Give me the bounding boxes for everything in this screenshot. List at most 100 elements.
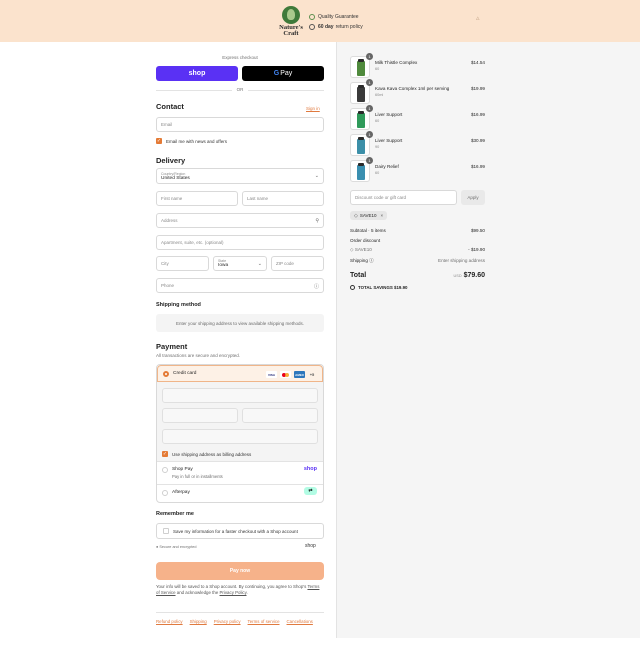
brand-logo[interactable]: Nature's Craft (276, 6, 306, 37)
checkmark-icon: ✓ (162, 450, 168, 457)
remove-discount-icon[interactable]: × (381, 213, 384, 218)
chevron-down-icon: ⌄ (314, 173, 319, 179)
item-price: $16.99 (470, 164, 485, 169)
card-number-field[interactable] (162, 388, 318, 403)
quantity-badge: 1 (366, 79, 373, 86)
delivery-title: Delivery (156, 156, 186, 165)
return-policy: 60 day return policy (309, 22, 363, 32)
phone-field[interactable]: Phone ⓘ (156, 278, 324, 293)
privacy-policy-link[interactable]: Privacy Policy (220, 590, 247, 595)
contact-title: Contact (156, 102, 184, 111)
cancellations-link[interactable]: Cancellations (287, 619, 313, 624)
expiry-field[interactable] (162, 408, 238, 423)
lock-icon: ● (156, 545, 159, 549)
cart-item: 1 Liver Support 90 $30.99 (350, 131, 485, 156)
privacy-policy-footer-link[interactable]: Privacy policy (214, 619, 241, 624)
refund-policy-link[interactable]: Refund policy (156, 619, 183, 624)
google-pay-button[interactable]: G Pay (242, 66, 324, 81)
store-header: Nature's Craft Quality Guarantee 60 day … (0, 0, 640, 42)
shop-pay-express-button[interactable]: shop (156, 66, 238, 81)
tag-icon: ◇ (354, 212, 358, 219)
order-summary-column (336, 42, 640, 638)
shop-logo: shop (305, 543, 316, 549)
secure-label: ● Secure and encrypted (156, 545, 197, 549)
shop-pay-option[interactable]: Shop Pay Pay in full or in installments … (157, 462, 323, 485)
remember-me-title: Remember me (156, 511, 194, 517)
card-brands: VISA AMEX +5 (263, 371, 316, 378)
visa-icon: VISA (266, 371, 277, 378)
item-name: Kava Kava Complex 1ml per serving (375, 86, 450, 91)
apply-discount-button[interactable]: Apply (461, 190, 485, 205)
subtotal-row: Subtotal · 5 items $99.50 (350, 228, 485, 233)
total-savings: TOTAL SAVINGS $19.90 (350, 285, 407, 290)
leaf-logo-icon (282, 6, 300, 24)
total-amount: $79.60 (463, 272, 485, 279)
bottle-icon (357, 59, 365, 76)
more-cards-badge: +5 (309, 372, 315, 377)
discount-code-input[interactable]: Discount code or gift card (350, 190, 457, 205)
item-price: $14.54 (470, 60, 485, 65)
tag-icon: ◇ (350, 247, 354, 252)
quantity-badge: 1 (366, 157, 373, 164)
quantity-badge: 1 (366, 105, 373, 112)
bottle-icon (357, 137, 365, 154)
search-icon: ⚲ (315, 218, 319, 224)
cart-item: 1 Kava Kava Complex 1ml per serving 60ml… (350, 79, 485, 104)
save-info-checkbox[interactable]: Save my information for a faster checkou… (156, 523, 324, 539)
address-field[interactable]: Address ⚲ (156, 213, 324, 228)
item-variant: 60 (375, 119, 380, 123)
item-name: Dairy Relief (375, 164, 399, 169)
shipping-policy-link[interactable]: Shipping (190, 619, 207, 624)
bottle-icon (357, 111, 365, 128)
item-variant: 90 (375, 145, 380, 149)
radio-unselected (162, 490, 168, 496)
footer-divider (156, 612, 324, 613)
checkmark-icon: ✓ (156, 137, 162, 144)
first-name-field[interactable]: First name (156, 191, 238, 206)
help-icon[interactable]: ⓘ (314, 283, 319, 290)
help-icon[interactable]: ⓘ (369, 258, 374, 263)
cart-icon[interactable]: ▵ (476, 14, 480, 22)
city-field[interactable]: City (156, 256, 209, 271)
apartment-field[interactable]: Apartment, suite, etc. (optional) (156, 235, 324, 250)
security-code-field[interactable] (242, 408, 318, 423)
billing-address-checkbox[interactable]: ✓ Use shipping address as billing addres… (162, 451, 251, 457)
item-name: Liver Support (375, 112, 403, 117)
email-field[interactable]: Email (156, 117, 324, 132)
item-variant: 60 (375, 67, 380, 71)
discount-code-row: ◇ SAVE10 - $19.90 (350, 247, 485, 252)
shipping-row: Shipping ⓘ Enter shipping address (350, 258, 485, 263)
footer-links: Refund policy Shipping Privacy policy Te… (156, 619, 320, 624)
state-select[interactable]: State Iowa ⌄ (213, 256, 267, 271)
name-on-card-field[interactable] (162, 429, 318, 444)
badge-icon (309, 14, 315, 20)
brand-name: Nature's Craft (279, 24, 303, 37)
sign-in-link[interactable]: Sign in (306, 106, 320, 111)
legal-notice: Your info will be saved to a Shop accoun… (156, 584, 320, 595)
afterpay-logo-icon: ⇄ (304, 487, 317, 495)
or-label: OR (232, 87, 248, 92)
news-checkbox[interactable]: ✓ Email me with news and offers (156, 138, 227, 144)
bottle-icon (357, 85, 365, 102)
bottle-icon (357, 163, 365, 180)
payment-title: Payment (156, 342, 188, 351)
total-row: Total USD $79.60 (350, 272, 485, 279)
zip-field[interactable]: ZIP code (271, 256, 324, 271)
mastercard-icon (280, 371, 291, 378)
quality-guarantee: Quality Guarantee (309, 12, 363, 22)
terms-of-service-footer-link[interactable]: Terms of service (248, 619, 280, 624)
credit-card-option[interactable]: Credit card VISA AMEX +5 (157, 365, 323, 382)
pay-now-button[interactable]: Pay now (156, 562, 324, 580)
radio-unselected (162, 467, 168, 473)
return-icon (309, 24, 315, 30)
currency-code: USD (453, 274, 462, 278)
country-select[interactable]: Country/Region United States ⌄ (156, 168, 324, 184)
item-variant: 60ml (375, 93, 384, 97)
last-name-field[interactable]: Last name (242, 191, 324, 206)
order-discount-row: Order discount (350, 238, 381, 243)
afterpay-option[interactable]: Afterpay ⇄ (157, 485, 323, 502)
credit-card-form: ✓ Use shipping address as billing addres… (157, 382, 323, 462)
item-variant: 60 (375, 171, 380, 175)
savings-icon (350, 285, 355, 290)
item-name: Liver Support (375, 138, 403, 143)
